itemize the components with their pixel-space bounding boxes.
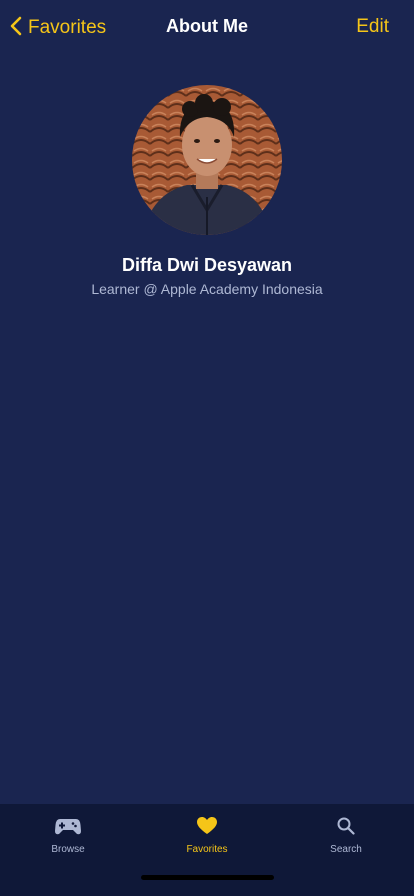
tab-search-label: Search bbox=[330, 844, 362, 855]
edit-button[interactable]: Edit bbox=[356, 16, 389, 38]
avatar bbox=[132, 85, 282, 235]
profile-name: Diffa Dwi Desyawan bbox=[121, 255, 293, 275]
tab-browse-label: Browse bbox=[51, 844, 85, 855]
navigation-bar: Favorites About Me Edit bbox=[0, 0, 414, 56]
gamecontroller-icon bbox=[8, 814, 128, 838]
profile-subtitle: Learner @ Apple Academy Indonesia bbox=[91, 281, 323, 297]
tab-favorites-label: Favorites bbox=[186, 844, 228, 855]
tab-search[interactable]: Search bbox=[286, 814, 406, 855]
home-indicator bbox=[141, 875, 274, 880]
tab-favorites[interactable]: Favorites bbox=[147, 814, 267, 855]
magnifying-glass-icon bbox=[286, 814, 406, 838]
page-title: About Me bbox=[166, 16, 248, 36]
tab-browse[interactable]: Browse bbox=[8, 814, 128, 855]
tab-bar: Browse Favorites Search bbox=[0, 804, 414, 896]
heart-icon bbox=[147, 814, 267, 838]
